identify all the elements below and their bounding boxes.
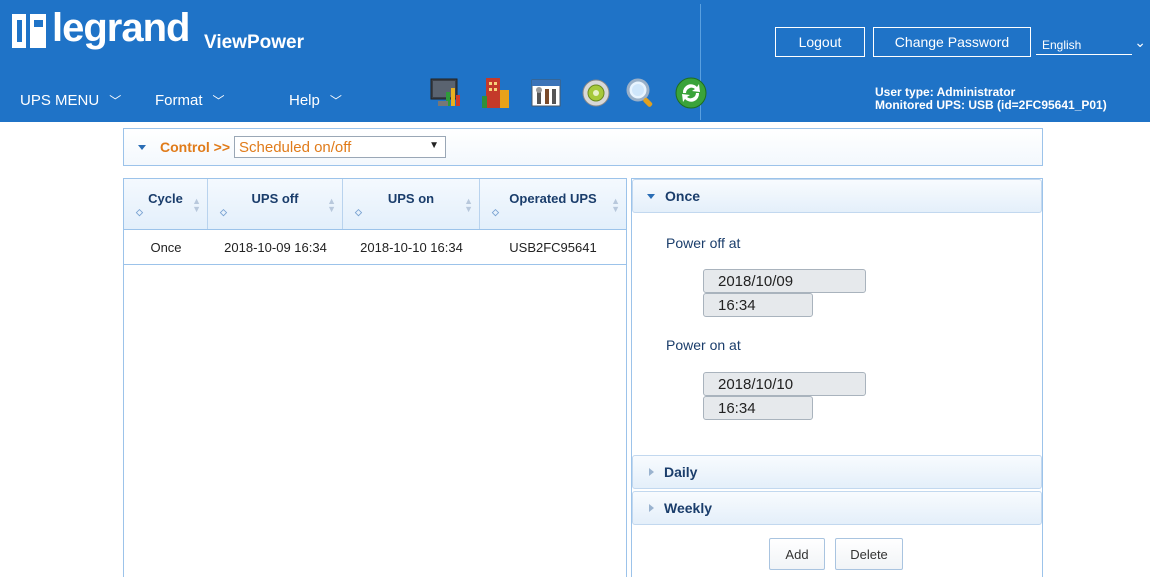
cell-ups-on: 2018-10-10 16:34 [360,239,463,255]
table-header: Cycle ◇ ▲ ▼ UPS off ◇ ▲ ▼ UPS on ◇ ▲ ▼ Oper… [124,179,626,230]
menu-help[interactable]: Help ﹀ [289,92,342,109]
app-header: legrand ViewPower Logout Change Password… [0,0,1150,122]
control-label: Control >> [160,139,231,155]
sort-icon: ◇ [492,207,499,217]
collapsed-arrow-icon [649,504,654,512]
table-row[interactable]: Once 2018-10-09 16:34 2018-10-10 16:34 U… [124,230,626,265]
sort-toggle-icon: ▲ ▼ [611,196,620,214]
sort-toggle-icon: ▲ ▼ [464,196,473,214]
logout-button[interactable]: Logout [775,27,865,57]
sort-icon: ◇ [136,207,143,217]
accordion-daily-title: Daily [664,464,698,480]
power-off-label: Power off at [666,235,741,251]
power-off-date-field[interactable]: 2018/10/09 [703,269,866,293]
delete-button[interactable]: Delete [835,538,903,570]
sort-icon: ◇ [355,207,362,217]
column-header-cycle[interactable]: Cycle ◇ ▲ ▼ [124,179,208,229]
monitored-ups: Monitored UPS: USB (id=2FC95641_P01) [875,98,1107,112]
chevron-down-icon: ﹀ [329,94,342,108]
sort-icon: ◇ [220,207,227,217]
language-select[interactable]: English ⌄ [1036,28,1148,58]
expanded-arrow-icon [647,193,655,199]
refresh-icon[interactable] [675,76,707,110]
power-on-label: Power on at [666,337,741,353]
menu-ups[interactable]: UPS MENU ﹀ [20,92,121,109]
power-off-time-field[interactable]: 16:34 [703,293,813,317]
column-label: UPS off [251,191,299,206]
column-label: Operated UPS [509,191,597,206]
chevron-down-icon: ﹀ [109,94,122,108]
menu-ups-label: UPS MENU [20,92,100,109]
change-password-button[interactable]: Change Password [873,27,1031,57]
app-name: ViewPower [204,32,304,53]
user-info: User type: Administrator Monitored UPS: … [875,86,1107,112]
accordion-weekly[interactable]: Weekly [632,491,1042,525]
menu-format[interactable]: Format ﹀ [155,92,225,109]
legrand-logo: legrand [12,8,190,48]
collapse-arrow-icon[interactable] [138,144,146,150]
chevron-down-icon: ⌄ [1134,34,1146,50]
configuration-tools-icon[interactable] [530,76,562,110]
building-chart-icon[interactable] [480,76,512,110]
accordion-daily[interactable]: Daily [632,455,1042,489]
settings-gear-icon[interactable] [580,76,612,110]
schedule-editor-panel: Once Power off at 2018/10/09 16:34 Power… [631,178,1043,577]
accordion-once[interactable]: Once [632,179,1042,213]
cell-ups-off: 2018-10-09 16:34 [224,239,327,255]
power-on-date-field[interactable]: 2018/10/10 [703,372,866,396]
cell-cycle: Once [150,239,182,255]
sort-toggle-icon: ▲ ▼ [192,196,201,214]
control-bar: Control >> Scheduled on/off ▼ [123,128,1043,166]
legrand-logo-icon [12,14,46,48]
power-on-time-field[interactable]: 16:34 [703,396,813,420]
column-header-ups-on[interactable]: UPS on ◇ ▲ ▼ [343,179,480,229]
chevron-down-icon: ﹀ [212,94,225,108]
column-header-ups-off[interactable]: UPS off ◇ ▲ ▼ [208,179,343,229]
caret-down-icon: ▼ [429,140,440,151]
column-header-operated-ups[interactable]: Operated UPS ◇ ▲ ▼ [480,179,626,229]
search-magnifier-icon[interactable] [625,76,657,110]
accordion-once-title: Once [665,188,701,204]
monitor-chart-icon[interactable] [430,76,462,110]
brand-name: legrand [52,6,190,50]
menu-format-label: Format [155,92,203,109]
control-mode-select[interactable]: Scheduled on/off ▼ [234,136,447,158]
column-label: UPS on [387,191,435,206]
cell-operated-ups: USB2FC95641 [509,239,597,255]
sort-toggle-icon: ▲ ▼ [327,196,336,214]
accordion-weekly-title: Weekly [664,500,712,516]
control-mode-value: Scheduled on/off [239,138,352,156]
collapsed-arrow-icon [649,468,654,476]
language-value: English [1036,32,1132,55]
menu-help-label: Help [289,92,320,109]
schedule-table: Cycle ◇ ▲ ▼ UPS off ◇ ▲ ▼ UPS on ◇ ▲ ▼ Oper… [123,178,627,577]
add-button[interactable]: Add [769,538,825,570]
